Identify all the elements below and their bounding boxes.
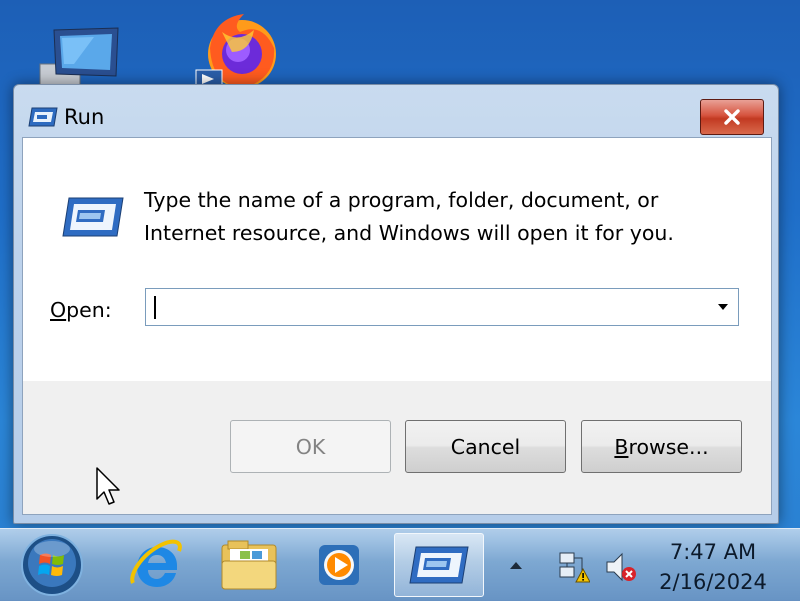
run-taskbar-button[interactable]: [394, 533, 484, 597]
instruction-text: Type the name of a program, folder, docu…: [144, 184, 744, 250]
ok-button[interactable]: OK: [230, 420, 391, 473]
browse-label-rest: rowse...: [628, 434, 709, 459]
run-dialog-window: Run Type the name of a program, folder, …: [13, 84, 779, 524]
mouse-pointer-icon: [96, 467, 122, 507]
content-area: Type the name of a program, folder, docu…: [23, 138, 771, 381]
open-label-accelerator: O: [50, 298, 67, 322]
text-cursor: [154, 296, 156, 319]
instruction-line-1: Type the name of a program, folder, docu…: [144, 188, 659, 212]
chevron-down-icon[interactable]: [718, 304, 728, 310]
media-player-icon[interactable]: [306, 533, 372, 597]
open-label: Open:: [50, 298, 112, 322]
instruction-line-2: Internet resource, and Windows will open…: [144, 221, 674, 245]
open-combobox[interactable]: [145, 288, 739, 326]
show-hidden-icons[interactable]: [510, 562, 522, 569]
file-explorer-icon[interactable]: [216, 533, 282, 597]
program-icon: [61, 196, 125, 238]
internet-explorer-icon[interactable]: [124, 533, 190, 597]
firefox-icon[interactable]: [192, 8, 284, 90]
close-button[interactable]: [700, 99, 764, 135]
volume-muted-icon[interactable]: [604, 551, 638, 583]
computer-icon[interactable]: [34, 24, 120, 90]
start-orb-icon[interactable]: [20, 533, 84, 597]
network-warning-icon[interactable]: [556, 549, 591, 583]
clock-date: 2/16/2024: [659, 570, 767, 594]
clock-time: 7:47 AM: [669, 540, 757, 564]
system-clock[interactable]: 7:47 AM 2/16/2024: [648, 537, 778, 597]
browse-button[interactable]: Browse...: [581, 420, 742, 473]
browse-accelerator: B: [614, 434, 629, 459]
dialog-body: Type the name of a program, folder, docu…: [22, 137, 772, 515]
taskbar: 7:47 AM 2/16/2024: [0, 528, 800, 601]
cancel-button[interactable]: Cancel: [405, 420, 566, 473]
open-label-rest: pen:: [66, 298, 112, 322]
window-title: Run: [64, 105, 105, 129]
close-icon: [724, 109, 740, 125]
run-icon: [28, 107, 58, 127]
title-bar[interactable]: Run: [14, 85, 778, 135]
run-icon: [409, 546, 469, 584]
